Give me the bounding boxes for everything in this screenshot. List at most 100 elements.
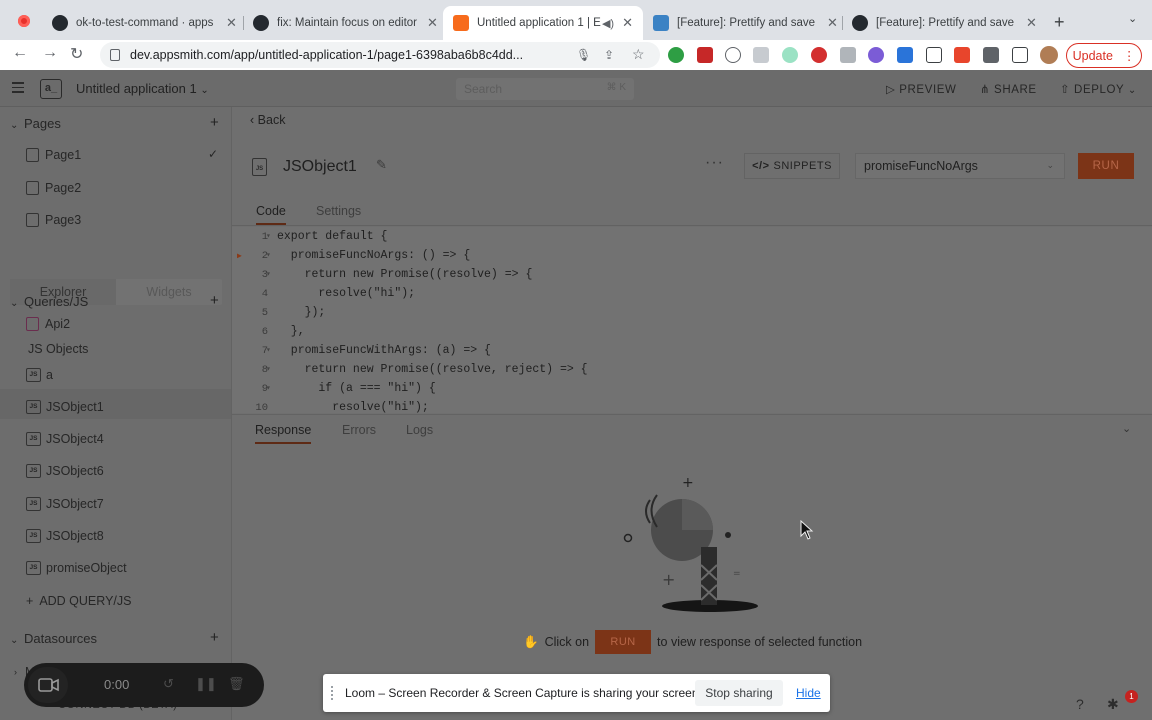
microphone-icon[interactable]: 🎙 xyxy=(576,48,591,62)
queries-title: Queries/JS xyxy=(24,294,89,309)
app-header: a_ Untitled application 1 ⌄ Search ⌘ K ▷… xyxy=(0,70,1152,107)
js-objects-group[interactable]: JS Objects xyxy=(28,339,88,359)
run-button[interactable]: RUN xyxy=(1078,153,1134,179)
pages-section-header[interactable]: ⌄ Pages xyxy=(10,116,61,131)
hide-link[interactable]: Hide xyxy=(796,686,821,700)
chevron-down-icon[interactable]: ⌄ xyxy=(1122,422,1131,435)
omnibar-search[interactable]: Search ⌘ K xyxy=(456,78,634,100)
close-icon[interactable]: ✕ xyxy=(226,15,237,31)
extension-icon[interactable] xyxy=(897,47,913,63)
hamburger-menu-icon[interactable] xyxy=(12,82,24,96)
fold-arrow-icon[interactable]: ▾ xyxy=(266,269,271,279)
function-select[interactable]: promiseFuncNoArgs ⌄ xyxy=(855,153,1065,179)
browser-tab-2[interactable]: fix: Maintain focus on editor ✕ xyxy=(243,6,448,40)
browser-tab-active[interactable]: Untitled application 1 | E ◀) ✕ xyxy=(443,6,643,40)
update-button[interactable]: Update ⋮ xyxy=(1066,43,1142,68)
extension-icon[interactable] xyxy=(753,47,769,63)
chevron-down-icon[interactable]: ⌄ xyxy=(1128,12,1137,25)
reload-icon[interactable]: ↻ xyxy=(70,44,83,64)
appsmith-logo[interactable]: a_ xyxy=(40,79,62,99)
hint-run-button[interactable]: RUN xyxy=(595,630,652,654)
svg-text:+: + xyxy=(682,475,694,491)
sidepanel-icon[interactable] xyxy=(1012,47,1028,63)
js-item-jsobject6[interactable]: JS JSObject6 xyxy=(26,461,104,481)
tab-errors[interactable]: Errors xyxy=(342,423,376,437)
bookmark-star-icon[interactable]: ☆ xyxy=(632,46,645,63)
widgets-tab[interactable]: Widgets xyxy=(116,279,222,305)
camera-toggle[interactable] xyxy=(28,667,68,703)
deploy-button[interactable]: ⇧ DEPLOY ⌄ xyxy=(1060,82,1137,96)
page-item-page3[interactable]: Page3 xyxy=(26,210,81,230)
run-hint: ✋ Click on RUN to view response of selec… xyxy=(523,630,862,654)
speaker-icon[interactable]: ◀) xyxy=(602,17,614,30)
queries-section-header[interactable]: ⌄ Queries/JS xyxy=(10,294,88,309)
line-number: 4 xyxy=(261,288,268,300)
tab-response[interactable]: Response xyxy=(255,423,312,444)
code-editor[interactable]: 1 ▾ export default { ▶ 2 ▾ promiseFuncNoArgs… xyxy=(232,227,1152,413)
snippets-button[interactable]: </> SNIPPETS xyxy=(744,153,840,179)
back-arrow-icon[interactable]: ← xyxy=(12,44,28,62)
extension-icon[interactable] xyxy=(725,47,741,63)
line-number: 5 xyxy=(261,307,268,319)
trash-icon[interactable]: 🗑 xyxy=(228,676,245,692)
api-item[interactable]: Api2 xyxy=(26,314,70,334)
extension-icon[interactable] xyxy=(926,47,942,63)
page-item-page1[interactable]: Page1 xyxy=(26,145,81,165)
js-item-a[interactable]: JS a xyxy=(26,365,53,385)
page-item-page2[interactable]: Page2 xyxy=(26,178,81,198)
browser-tab-1[interactable]: ok-to-test-command · apps ✕ xyxy=(42,6,247,40)
tab-logs[interactable]: Logs xyxy=(406,423,433,437)
bug-icon[interactable]: ✱ xyxy=(1107,696,1119,713)
stop-sharing-button[interactable]: Stop sharing xyxy=(695,680,783,706)
more-options-icon[interactable]: ··· xyxy=(705,154,724,172)
help-icon[interactable]: ? xyxy=(1076,696,1084,712)
back-link[interactable]: ‹ Back xyxy=(250,113,285,127)
extension-icon[interactable] xyxy=(840,47,856,63)
datasources-section-header[interactable]: ⌄ Datasources xyxy=(10,631,97,646)
run-gutter-icon[interactable]: ▶ xyxy=(237,251,242,261)
object-name[interactable]: JSObject1 xyxy=(283,158,357,176)
fold-arrow-icon[interactable]: ▾ xyxy=(266,231,271,241)
js-item-jsobject8[interactable]: JS JSObject8 xyxy=(26,526,104,546)
close-icon[interactable]: ✕ xyxy=(1026,15,1037,31)
fold-arrow-icon[interactable]: ▾ xyxy=(266,250,271,260)
close-icon[interactable]: ✕ xyxy=(622,15,633,31)
extension-icon[interactable] xyxy=(954,47,970,63)
fold-arrow-icon[interactable]: ▾ xyxy=(266,364,271,374)
browser-toolbar: ← → ↻ dev.appsmith.com/app/untitled-appl… xyxy=(0,40,1152,70)
browser-tab-5[interactable]: [Feature]: Prettify and save ✕ xyxy=(842,6,1047,40)
fold-arrow-icon[interactable]: ▾ xyxy=(266,345,271,355)
page-label: Page2 xyxy=(45,181,82,195)
js-item-jsobject4[interactable]: JS JSObject4 xyxy=(26,429,104,449)
pause-icon[interactable]: ❚❚ xyxy=(195,676,217,692)
extension-icon[interactable] xyxy=(697,47,713,63)
tab-settings[interactable]: Settings xyxy=(316,204,361,218)
puzzle-icon[interactable] xyxy=(983,47,999,63)
add-datasource-icon[interactable]: + xyxy=(210,629,219,646)
forward-arrow-icon[interactable]: → xyxy=(42,44,58,62)
js-item-jsobject1[interactable]: JS JSObject1 xyxy=(26,397,104,417)
share-button[interactable]: ⋔ SHARE xyxy=(980,82,1037,96)
new-tab-icon[interactable]: + xyxy=(1054,12,1065,33)
share-page-icon[interactable]: ⇪ xyxy=(604,48,614,62)
js-item-promiseobject[interactable]: JS promiseObject xyxy=(26,558,127,578)
add-page-icon[interactable]: + xyxy=(210,114,219,131)
add-query-js-button[interactable]: + ADD QUERY/JS xyxy=(26,591,131,611)
preview-button[interactable]: ▷ PREVIEW xyxy=(886,82,957,96)
browser-tab-4[interactable]: [Feature]: Prettify and save ✕ xyxy=(643,6,848,40)
adblock-icon[interactable] xyxy=(811,47,827,63)
close-icon[interactable]: ✕ xyxy=(427,15,438,31)
drag-handle[interactable] xyxy=(331,686,337,700)
js-item-jsobject7[interactable]: JS JSObject7 xyxy=(26,494,104,514)
extension-icon[interactable] xyxy=(668,47,684,63)
app-name-dropdown[interactable]: Untitled application 1 ⌄ xyxy=(76,81,209,96)
extension-icon[interactable] xyxy=(782,47,798,63)
add-query-icon[interactable]: + xyxy=(210,292,219,309)
tab-code[interactable]: Code xyxy=(256,204,286,225)
undo-icon[interactable]: ↺ xyxy=(163,676,174,692)
edit-pencil-icon[interactable]: ✎ xyxy=(376,157,387,173)
close-icon[interactable]: ✕ xyxy=(827,15,838,31)
extension-icon[interactable] xyxy=(868,47,884,63)
fold-arrow-icon[interactable]: ▾ xyxy=(266,383,271,393)
avatar[interactable] xyxy=(1040,46,1058,64)
